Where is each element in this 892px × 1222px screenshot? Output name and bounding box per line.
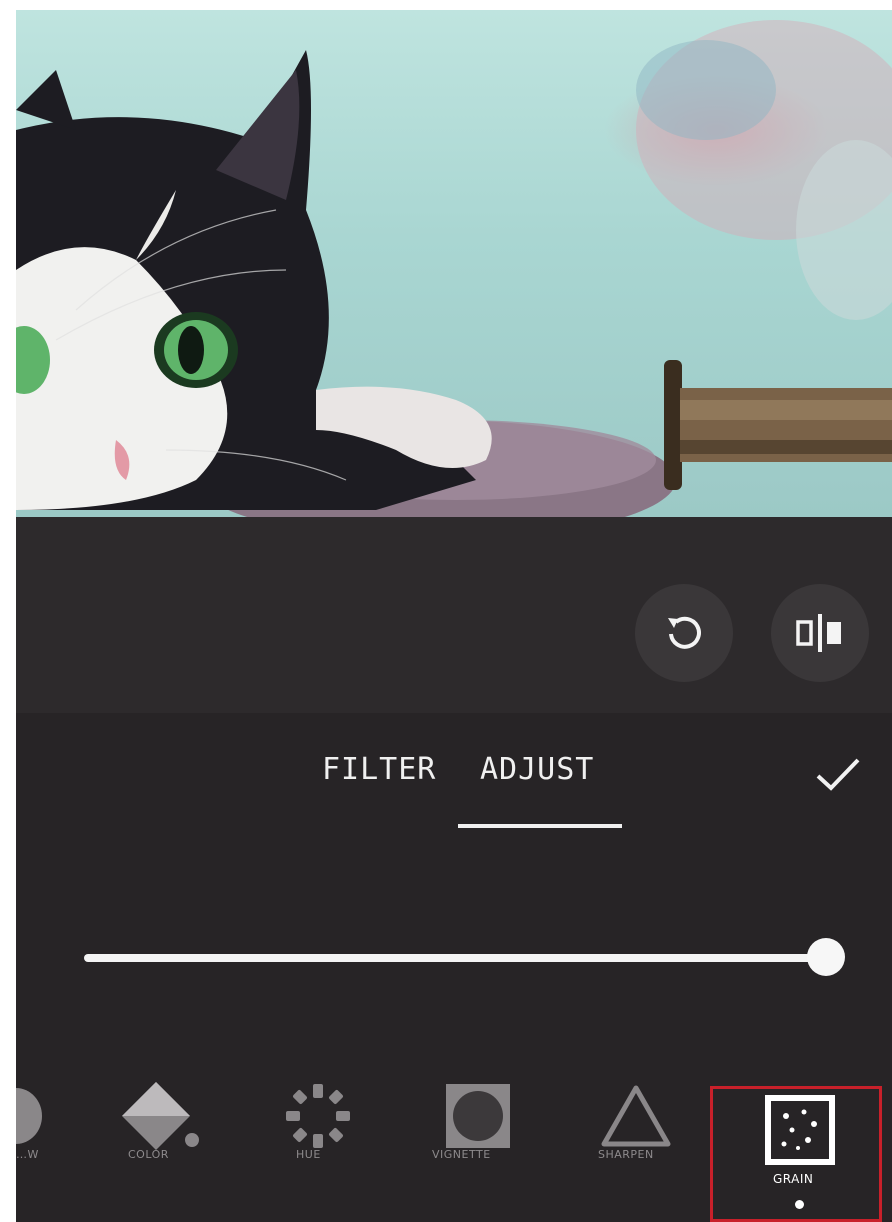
compare-button[interactable]: [771, 584, 869, 682]
vignette-icon: [446, 1084, 510, 1148]
partial-icon: [0, 1088, 42, 1144]
tool-label-vignette: VIGNETTE: [432, 1148, 491, 1161]
tool-label-grain: GRAIN: [773, 1172, 814, 1186]
sharpen-icon: [601, 1085, 671, 1147]
intensity-slider-handle[interactable]: [807, 938, 845, 976]
top-border: [0, 0, 892, 10]
tab-filter[interactable]: FILTER: [322, 752, 436, 787]
vignette-tool-button[interactable]: [442, 1080, 514, 1156]
preview-toolbar: [16, 517, 892, 713]
tab-adjust[interactable]: ADJUST: [480, 752, 594, 787]
grain-tool-icon-wrap: [764, 1094, 836, 1170]
rotate-icon: [668, 616, 701, 649]
intensity-slider-track[interactable]: [84, 954, 826, 962]
cat-photo: [16, 20, 892, 517]
hue-icon: [286, 1084, 350, 1148]
grain-icon: [765, 1095, 835, 1165]
rotate-button[interactable]: [635, 584, 733, 682]
compare-split-icon: [796, 614, 841, 652]
check-icon: [816, 758, 860, 791]
photo-preview[interactable]: [16, 10, 892, 517]
tool-label-color: COLOR: [128, 1148, 169, 1161]
active-tool-indicator: [795, 1200, 804, 1209]
color-fill-icon: [122, 1082, 199, 1150]
sharpen-tool-button[interactable]: [598, 1080, 674, 1156]
partial-tool-button[interactable]: [0, 1086, 46, 1150]
tool-label-sharpen: SHARPEN: [598, 1148, 654, 1161]
confirm-button[interactable]: [812, 752, 864, 796]
left-border: [0, 0, 16, 1222]
tool-label-hue: HUE: [296, 1148, 321, 1161]
hue-tool-button[interactable]: [282, 1080, 354, 1156]
active-tab-indicator: [458, 824, 622, 828]
tool-label-partial: …W: [16, 1148, 39, 1161]
